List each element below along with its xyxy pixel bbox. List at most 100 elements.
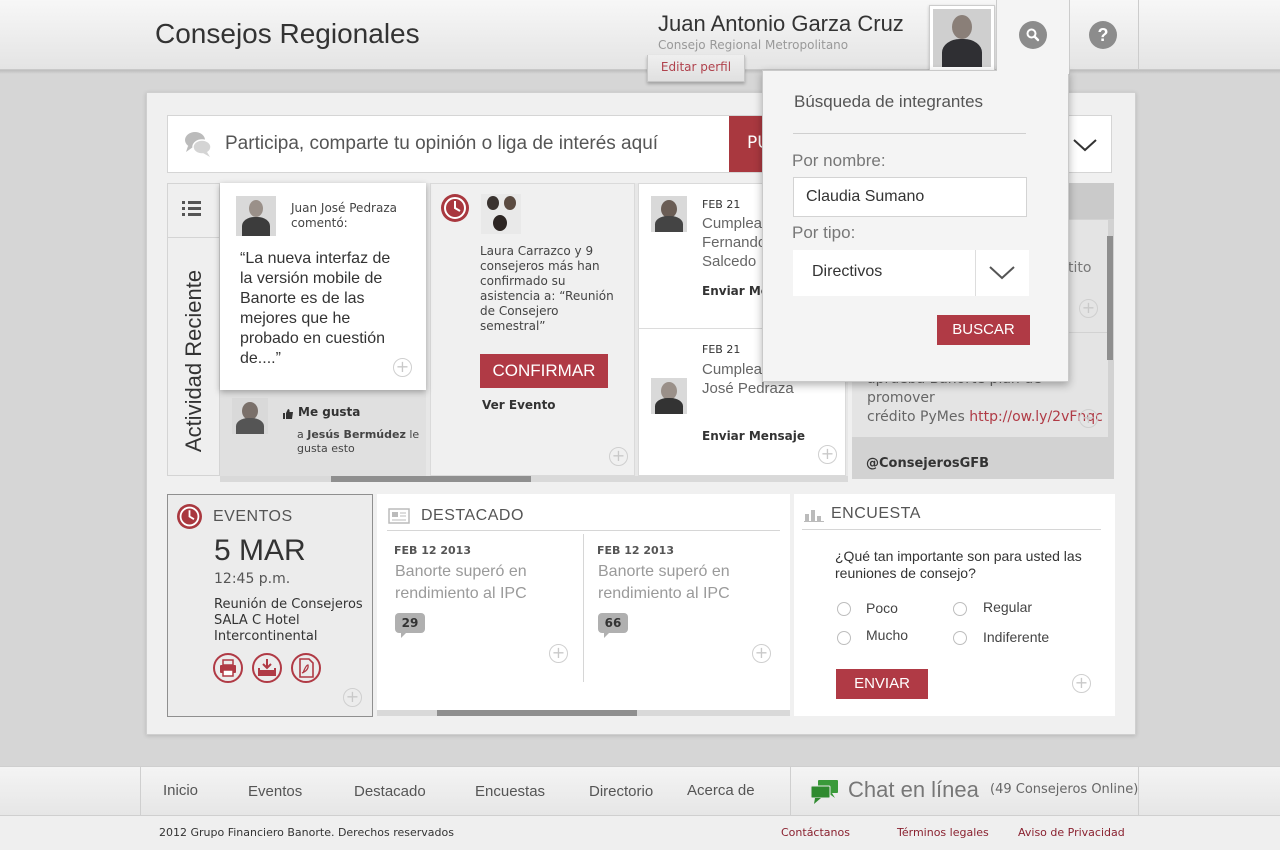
radio-poco[interactable] <box>837 602 851 616</box>
nav-destacado[interactable]: Destacado <box>354 783 426 800</box>
expand-plus-icon[interactable]: + <box>1079 409 1098 428</box>
radio-regular[interactable] <box>953 602 967 616</box>
events-widget: EVENTOS 5 MAR 12:45 p.m. Reunión de Cons… <box>167 494 373 717</box>
like-suffix-1: le <box>409 428 420 441</box>
birthday-date: FEB 21 <box>702 198 741 211</box>
expand-plus-icon[interactable]: + <box>1079 299 1098 318</box>
twitter-scrollbar[interactable] <box>1107 236 1113 360</box>
search-icon[interactable] <box>1019 21 1047 49</box>
survey-title: ENCUESTA <box>831 505 921 522</box>
select-divider <box>975 250 976 296</box>
privacy-link[interactable]: Aviso de Privacidad <box>1018 826 1125 839</box>
birthday-line: Salcedo <box>702 253 757 270</box>
name-field[interactable]: Claudia Sumano <box>793 177 1027 217</box>
expand-plus-icon[interactable]: + <box>609 447 628 466</box>
radio-mucho[interactable] <box>837 631 851 645</box>
expand-plus-icon[interactable]: + <box>343 688 362 707</box>
nav-directorio[interactable]: Directorio <box>589 783 653 800</box>
post-placeholder: Participa, comparte tu opinión o liga de… <box>225 133 659 154</box>
like-prefix: a <box>297 428 304 441</box>
type-label: Por tipo: <box>792 223 856 242</box>
clock-icon <box>441 194 469 222</box>
send-message-link[interactable]: Enviar Mensaje <box>702 429 805 443</box>
chat-online-link[interactable]: Chat en línea <box>848 777 979 803</box>
chat-icon[interactable] <box>810 779 840 809</box>
news-date: FEB 12 2013 <box>394 544 471 557</box>
event-description: Reunión de Consejeros SALA C Hotel Inter… <box>214 597 363 645</box>
event-desc-line: SALA C Hotel <box>214 613 300 628</box>
featured-scrollbar-thumb[interactable] <box>437 710 637 716</box>
user-region: Consejo Regional Metropolitano <box>658 38 849 52</box>
expand-plus-icon[interactable]: + <box>1072 674 1091 693</box>
legal-terms-link[interactable]: Términos legales <box>897 826 989 839</box>
tweet-line: crédito PyMes http://ow.ly/2vFnqc <box>867 408 1108 427</box>
tweet-line-2: crédito PyMes <box>867 409 965 425</box>
submit-survey-button[interactable]: ENVIAR <box>836 669 928 699</box>
contact-link[interactable]: Contáctanos <box>781 826 850 839</box>
comment-count-badge[interactable]: 29 <box>395 613 425 638</box>
expand-plus-icon[interactable]: + <box>818 445 837 464</box>
nav-eventos[interactable]: Eventos <box>248 783 302 800</box>
option-label: Poco <box>866 600 898 616</box>
newspaper-icon <box>388 508 410 528</box>
nav-divider <box>140 766 141 816</box>
expand-plus-icon[interactable]: + <box>549 644 568 663</box>
like-title: Me gusta <box>298 405 361 419</box>
birthday-avatar <box>651 378 687 414</box>
nav-inicio[interactable]: Inicio <box>163 782 198 799</box>
news-headline[interactable]: Banorte superó en rendimiento al IPC <box>598 561 768 605</box>
header-shadow <box>0 70 1280 74</box>
event-desc-line: Reunión de Consejeros <box>214 597 363 612</box>
thumbs-up-icon <box>282 405 294 424</box>
event-date: 5 MAR <box>214 534 306 567</box>
comment-quote: “La nueva interfaz de la versión mobile … <box>240 250 391 367</box>
clock-icon <box>177 504 202 529</box>
title-rule <box>387 530 780 531</box>
events-title: EVENTOS <box>213 508 293 525</box>
birthday-avatar <box>651 196 687 232</box>
send-message-link[interactable]: Enviar Me <box>702 284 769 298</box>
print-icon[interactable] <box>213 653 243 683</box>
name-label: Por nombre: <box>792 151 886 170</box>
help-icon[interactable]: ? <box>1089 21 1117 49</box>
birthday-line: Fernando <box>702 234 767 251</box>
comment-action: comentó: <box>291 216 348 230</box>
featured-title: DESTACADO <box>421 507 524 524</box>
confirm-button[interactable]: CONFIRMAR <box>480 354 608 388</box>
dropdown-connector <box>997 60 1069 74</box>
nav-encuestas[interactable]: Encuestas <box>475 783 545 800</box>
user-avatar[interactable] <box>929 5 995 71</box>
event-time: 12:45 p.m. <box>214 571 291 587</box>
type-select-value: Directivos <box>812 263 883 280</box>
app-title: Consejos Regionales <box>155 18 420 49</box>
event-confirm-text: Laura Carrazco y 9 consejeros más han co… <box>480 244 614 333</box>
option-label: Indiferente <box>983 629 1050 645</box>
nav-acerca-de[interactable]: Acerca de <box>687 782 755 799</box>
expand-plus-icon[interactable]: + <box>752 644 771 663</box>
pdf-icon[interactable] <box>291 653 321 683</box>
birthday-text: Cumplea Fernando Salcedo <box>702 214 766 271</box>
comment-author: Juan José Pedraza <box>291 201 397 215</box>
edit-profile-link[interactable]: Editar perfil <box>647 55 745 82</box>
search-button[interactable]: BUSCAR <box>937 315 1030 345</box>
comment-count-badge[interactable]: 66 <box>598 613 628 638</box>
radio-indiferente[interactable] <box>953 631 967 645</box>
nav-divider <box>790 766 791 816</box>
twitter-handle[interactable]: @ConsejerosGFB <box>866 456 989 471</box>
search-panel-title: Búsqueda de integrantes <box>794 92 984 111</box>
view-event-link[interactable]: Ver Evento <box>482 398 556 412</box>
news-headline[interactable]: Banorte superó en rendimiento al IPC <box>395 561 565 605</box>
like-line: a Jesús Bermúdez le <box>297 427 419 442</box>
title-rule <box>793 133 1026 134</box>
online-count: (49 Consejeros Online) <box>990 782 1139 797</box>
bar-chart-icon <box>804 506 824 526</box>
survey-question: ¿Qué tan importante son para usted las r… <box>835 548 1082 581</box>
feed-scrollbar-track[interactable] <box>220 476 848 482</box>
download-icon[interactable] <box>252 653 282 683</box>
event-confirm-card[interactable]: Laura Carrazco y 9 consejeros más han co… <box>430 183 635 476</box>
chevron-down-icon[interactable] <box>988 264 1016 286</box>
feed-scrollbar-thumb[interactable] <box>331 476 531 482</box>
like-card[interactable]: Me gusta a Jesús Bermúdez le gusta esto <box>220 390 426 476</box>
header-divider <box>1138 0 1139 70</box>
avatar-photo <box>933 9 991 67</box>
